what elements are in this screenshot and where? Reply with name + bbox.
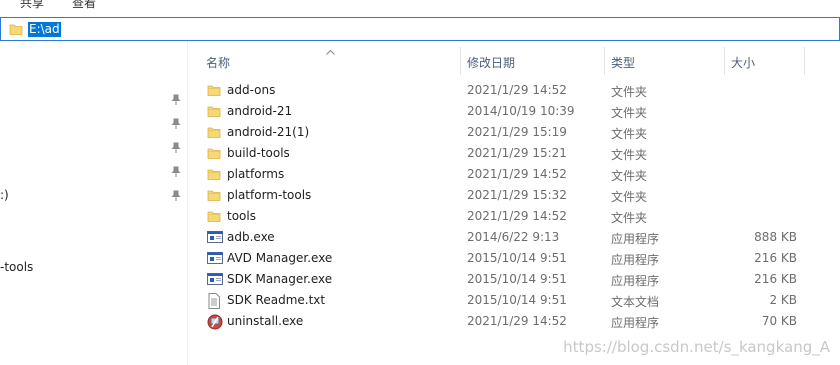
file-type: 文本文档 — [611, 295, 660, 309]
folder-icon — [9, 22, 23, 39]
file-name: add-ons — [227, 83, 276, 97]
folder-icon — [207, 188, 221, 205]
file-row[interactable]: android-21(1) 2021/1/29 15:19 文件夹 — [188, 122, 840, 143]
folder-icon — [207, 167, 221, 184]
tab-view[interactable]: 查看 — [72, 0, 96, 11]
file-name: adb.exe — [227, 230, 275, 244]
file-size: 216 KB — [754, 251, 797, 265]
column-divider[interactable] — [724, 47, 725, 75]
file-date: 2015/10/14 9:51 — [467, 272, 567, 286]
column-header-name[interactable]: 名称 — [206, 54, 230, 71]
tab-share[interactable]: 共享 — [20, 0, 44, 11]
file-row[interactable]: add-ons 2021/1/29 14:52 文件夹 — [188, 80, 840, 101]
file-date: 2021/1/29 14:52 — [467, 314, 567, 328]
file-row[interactable]: tools 2021/1/29 14:52 文件夹 — [188, 206, 840, 227]
file-type: 应用程序 — [611, 316, 660, 330]
file-type: 应用程序 — [611, 232, 660, 246]
pin-icon[interactable] — [170, 190, 182, 202]
file-type: 文件夹 — [611, 211, 648, 225]
text-file-icon — [207, 293, 221, 312]
file-date: 2021/1/29 14:52 — [467, 209, 567, 223]
file-name: SDK Manager.exe — [227, 272, 333, 286]
address-path[interactable]: E:\ad — [28, 22, 61, 37]
file-date: 2014/10/19 10:39 — [467, 104, 575, 118]
file-size: 70 KB — [761, 314, 797, 328]
column-divider[interactable] — [604, 47, 605, 75]
file-row[interactable]: adb.exe 2014/6/22 9:13 应用程序 888 KB — [188, 227, 840, 248]
column-header-date[interactable]: 修改日期 — [467, 54, 515, 71]
file-name: AVD Manager.exe — [227, 251, 333, 265]
file-row[interactable]: uninstall.exe 2021/1/29 14:52 应用程序 70 KB — [188, 311, 840, 332]
file-date: 2021/1/29 14:52 — [467, 83, 567, 97]
column-header-type[interactable]: 类型 — [611, 54, 635, 71]
pin-icon[interactable] — [170, 142, 182, 154]
navigation-pane — [0, 41, 187, 365]
file-row[interactable]: build-tools 2021/1/29 15:21 文件夹 — [188, 143, 840, 164]
file-row[interactable]: android-21 2014/10/19 10:39 文件夹 — [188, 101, 840, 122]
file-name: tools — [227, 209, 256, 223]
file-date: 2021/1/29 14:52 — [467, 167, 567, 181]
column-header-size[interactable]: 大小 — [731, 54, 755, 71]
file-type: 文件夹 — [611, 190, 648, 204]
folder-icon — [207, 125, 221, 142]
file-size: 216 KB — [754, 272, 797, 286]
folder-icon — [207, 83, 221, 100]
file-type: 文件夹 — [611, 169, 648, 183]
watermark: https://blog.csdn.net/s_kangkang_A — [563, 338, 830, 356]
folder-icon — [207, 104, 221, 121]
file-name: platform-tools — [227, 188, 312, 202]
nav-item[interactable]: -tools — [0, 260, 33, 274]
folder-icon — [207, 146, 221, 163]
file-size: 2 KB — [769, 293, 797, 307]
exe-icon — [207, 230, 223, 247]
file-row[interactable]: SDK Manager.exe 2015/10/14 9:51 应用程序 216 KB — [188, 269, 840, 290]
exe-icon — [207, 251, 223, 268]
pin-icon[interactable] — [170, 94, 182, 106]
file-row[interactable]: platforms 2021/1/29 14:52 文件夹 — [188, 164, 840, 185]
file-name: build-tools — [227, 146, 290, 160]
file-name: android-21(1) — [227, 125, 310, 139]
file-name: platforms — [227, 167, 285, 181]
nav-item[interactable]: :) — [0, 188, 9, 202]
file-type: 文件夹 — [611, 148, 648, 162]
file-row[interactable]: platform-tools 2021/1/29 15:32 文件夹 — [188, 185, 840, 206]
column-divider[interactable] — [460, 47, 461, 75]
file-type: 文件夹 — [611, 127, 648, 141]
column-divider[interactable] — [804, 47, 805, 75]
ribbon-tabs: 共享 查看 — [0, 0, 840, 13]
file-type: 文件夹 — [611, 85, 648, 99]
file-name: android-21 — [227, 104, 293, 118]
address-bar[interactable]: E:\ad — [0, 17, 840, 41]
file-row[interactable]: AVD Manager.exe 2015/10/14 9:51 应用程序 216 KB — [188, 248, 840, 269]
file-date: 2021/1/29 15:21 — [467, 146, 567, 160]
folder-icon — [207, 209, 221, 226]
pin-icon[interactable] — [170, 166, 182, 178]
file-type: 文件夹 — [611, 106, 648, 120]
file-size: 888 KB — [754, 230, 797, 244]
file-date: 2014/6/22 9:13 — [467, 230, 560, 244]
pin-icon[interactable] — [170, 118, 182, 130]
file-row[interactable]: SDK Readme.txt 2015/10/14 9:51 文本文档 2 KB — [188, 290, 840, 311]
file-type: 应用程序 — [611, 253, 660, 267]
sort-ascending-icon — [326, 44, 335, 58]
file-name: uninstall.exe — [227, 314, 304, 328]
file-date: 2021/1/29 15:19 — [467, 125, 567, 139]
exe-icon — [207, 272, 223, 289]
file-date: 2015/10/14 9:51 — [467, 293, 567, 307]
file-name: SDK Readme.txt — [227, 293, 326, 307]
file-date: 2015/10/14 9:51 — [467, 251, 567, 265]
file-type: 应用程序 — [611, 274, 660, 288]
file-date: 2021/1/29 15:32 — [467, 188, 567, 202]
uninstall-icon — [207, 314, 223, 333]
